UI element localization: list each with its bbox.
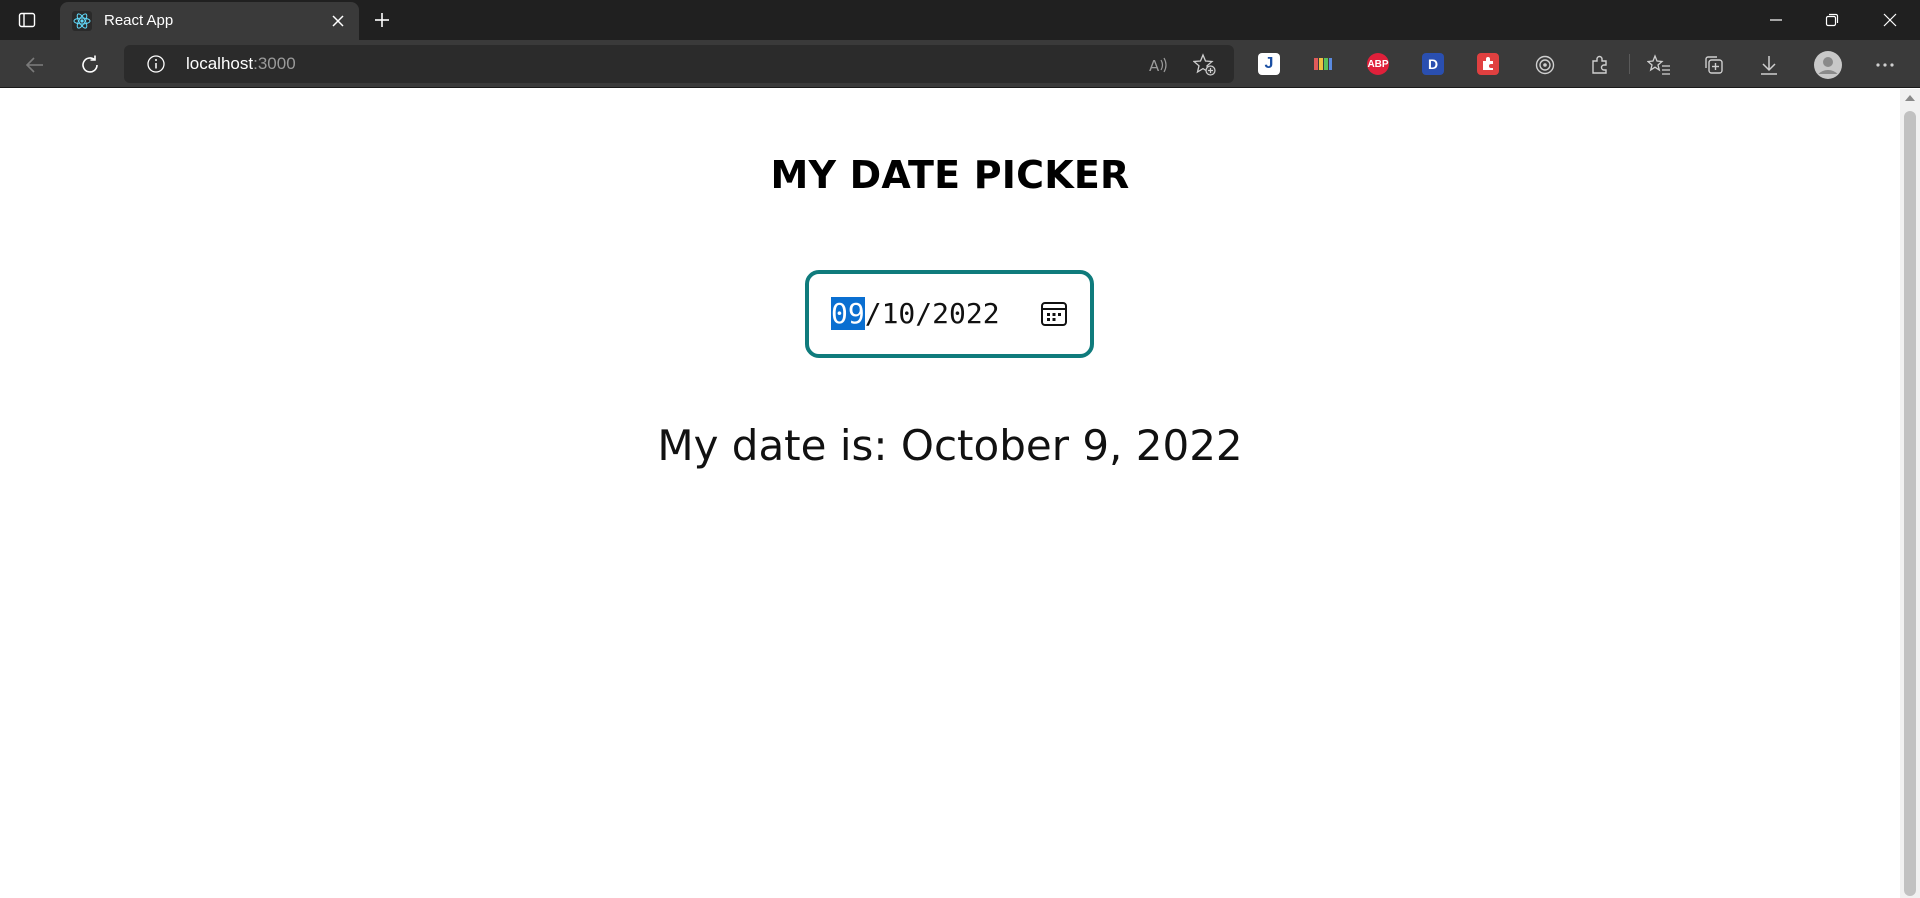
extensions-icon[interactable] bbox=[1585, 50, 1615, 80]
url-host: localhost bbox=[186, 54, 254, 73]
back-icon[interactable] bbox=[20, 50, 50, 80]
react-logo-icon bbox=[72, 11, 92, 31]
more-options-icon[interactable] bbox=[1870, 50, 1900, 80]
selected-date-text: My date is: October 9, 2022 bbox=[657, 421, 1243, 470]
close-tab-icon[interactable] bbox=[329, 12, 347, 30]
date-separator: / bbox=[915, 297, 933, 330]
date-separator: / bbox=[864, 297, 882, 330]
downloads-icon[interactable] bbox=[1754, 50, 1784, 80]
date-input[interactable]: 09/10/2022 bbox=[805, 270, 1094, 358]
date-year-segment[interactable]: 2022 bbox=[932, 297, 999, 330]
date-month-segment[interactable]: 09 bbox=[831, 297, 865, 330]
profile-avatar-icon[interactable] bbox=[1811, 48, 1845, 82]
vertical-scrollbar[interactable] bbox=[1900, 89, 1920, 898]
tab-title: React App bbox=[104, 12, 174, 29]
site-info-icon[interactable] bbox=[146, 54, 166, 74]
tracking-prevention-icon[interactable] bbox=[1530, 50, 1560, 80]
scrollbar-thumb[interactable] bbox=[1904, 111, 1916, 896]
restore-icon[interactable] bbox=[1804, 0, 1860, 40]
tab-actions-icon[interactable] bbox=[16, 9, 38, 31]
close-window-icon[interactable] bbox=[1862, 0, 1918, 40]
favorites-icon[interactable] bbox=[1644, 50, 1674, 80]
extension-adblock-icon[interactable]: ABP bbox=[1367, 53, 1389, 75]
date-input-value[interactable]: 09/10/2022 bbox=[831, 274, 1000, 354]
extension-j-icon[interactable]: J bbox=[1258, 53, 1280, 75]
add-favorite-icon[interactable] bbox=[1193, 53, 1217, 77]
extension-colorbars-icon[interactable] bbox=[1312, 53, 1334, 75]
svg-text:A: A bbox=[1149, 57, 1160, 75]
page-viewport: MY DATE PICKER 09/10/2022 My date is: Oc… bbox=[0, 89, 1900, 898]
extension-d-icon[interactable]: D bbox=[1422, 53, 1444, 75]
page-title: MY DATE PICKER bbox=[770, 153, 1130, 197]
collections-icon[interactable] bbox=[1699, 50, 1729, 80]
url-port: :3000 bbox=[253, 54, 296, 73]
minimize-icon[interactable] bbox=[1748, 0, 1804, 40]
scroll-up-icon[interactable] bbox=[1905, 95, 1915, 101]
date-day-segment[interactable]: 10 bbox=[882, 297, 916, 330]
address-bar[interactable]: localhost:3000 A bbox=[124, 45, 1234, 83]
refresh-icon[interactable] bbox=[75, 50, 105, 80]
calendar-icon[interactable] bbox=[1039, 299, 1069, 329]
browser-titlebar: React App bbox=[0, 0, 1920, 40]
new-tab-icon[interactable] bbox=[370, 8, 394, 32]
browser-tab[interactable]: React App bbox=[60, 2, 359, 40]
toolbar-divider bbox=[1629, 54, 1630, 74]
read-aloud-icon[interactable]: A bbox=[1146, 53, 1170, 77]
extension-puzzle-red-icon[interactable] bbox=[1477, 53, 1499, 75]
url-text[interactable]: localhost:3000 bbox=[186, 45, 296, 83]
browser-toolbar: localhost:3000 A J ABP D bbox=[0, 40, 1920, 88]
